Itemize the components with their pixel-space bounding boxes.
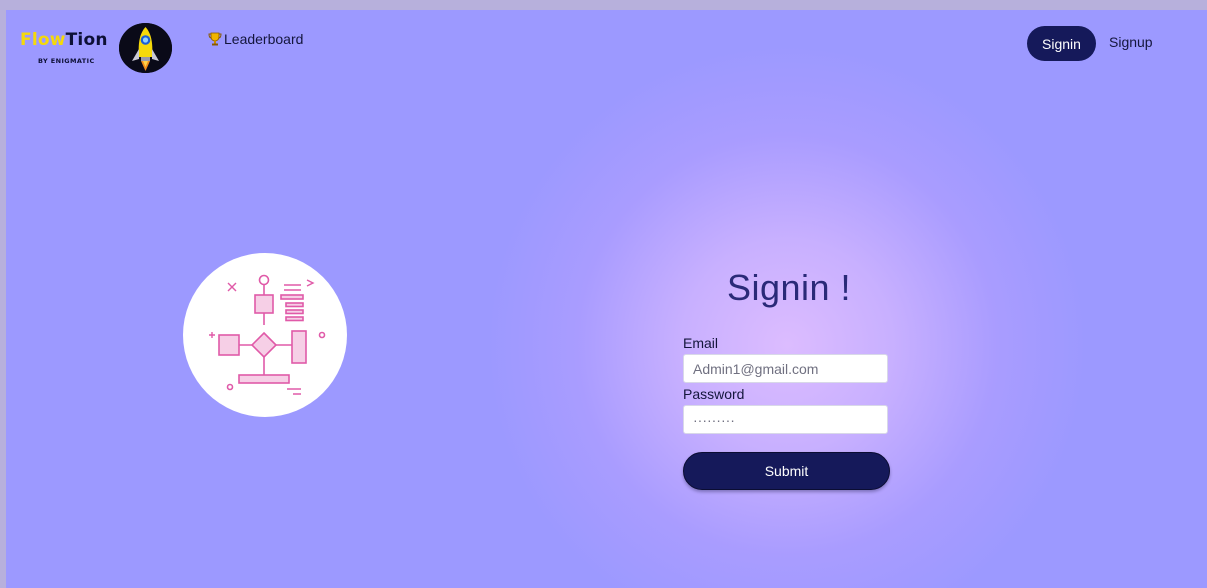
leaderboard-label: Leaderboard — [224, 31, 304, 47]
brand-logo[interactable]: FlowTion BY ENIGMATIC — [20, 30, 120, 65]
nav-signup-link[interactable]: Signup — [1109, 34, 1153, 50]
brand-name: FlowTion — [20, 30, 120, 50]
flowchart-icon — [209, 274, 326, 395]
email-field[interactable] — [683, 354, 888, 383]
leaderboard-link[interactable]: Leaderboard — [207, 31, 303, 47]
form-title: Signin ! — [726, 267, 852, 308]
email-label: Email — [683, 335, 719, 351]
brand-name-tion: Tion — [65, 30, 108, 50]
password-label: Password — [683, 386, 745, 402]
brand-tagline: BY ENIGMATIC — [38, 57, 95, 65]
rocket-icon — [119, 23, 172, 73]
brand-name-flow: Flow — [20, 30, 66, 50]
page-background: FlowTion BY ENIGMATIC Leaderboard Signin… — [6, 10, 1207, 588]
trophy-icon — [208, 32, 222, 46]
submit-button[interactable]: Submit — [683, 452, 890, 490]
password-field[interactable] — [683, 405, 888, 434]
flowchart-illustration — [183, 253, 347, 417]
nav-signin-button[interactable]: Signin — [1027, 26, 1096, 61]
